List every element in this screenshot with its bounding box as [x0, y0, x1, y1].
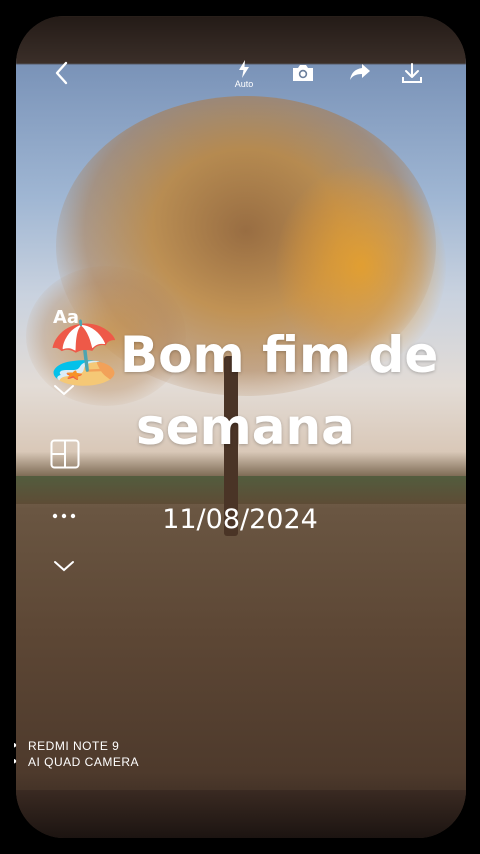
watermark-line2: AI QUAD CAMERA: [28, 755, 140, 769]
watermark-mark-icon: ◗: [12, 740, 19, 751]
flash-button[interactable]: Auto: [228, 58, 260, 90]
story-title-line2[interactable]: semana: [136, 398, 355, 456]
download-button[interactable]: [398, 58, 426, 88]
chevron-left-icon: [55, 61, 68, 85]
watermark-mark-icon: ◗: [12, 756, 19, 767]
layout-button[interactable]: [48, 438, 82, 470]
layout-grid-icon: [50, 439, 80, 469]
share-button[interactable]: [346, 58, 374, 86]
flash-mode-label: Auto: [234, 78, 254, 89]
chevron-down-icon: [54, 385, 74, 396]
camera-icon: [293, 65, 313, 81]
camera-button[interactable]: [288, 58, 318, 88]
beach-sticker: 🏖️: [46, 319, 122, 386]
camera-watermark: REDMI NOTE 9 AI QUAD CAMERA: [28, 738, 139, 770]
collapse-tools-button[interactable]: [50, 556, 78, 576]
expand-tools-button[interactable]: [50, 380, 78, 400]
story-title-line1[interactable]: Bom fim de: [120, 326, 438, 384]
sticker-button[interactable]: 🏖️: [46, 319, 122, 386]
top-blur-band: [16, 16, 466, 64]
watermark-line1: REDMI NOTE 9: [28, 739, 120, 753]
bottom-blur-band: [16, 790, 466, 838]
back-button[interactable]: [48, 60, 74, 86]
share-arrow-icon: [350, 64, 370, 80]
chevron-down-icon: [54, 561, 74, 572]
download-icon: [402, 63, 422, 83]
lightning-icon: [239, 59, 249, 78]
horizon-field: [16, 476, 466, 504]
story-date[interactable]: 11/08/2024: [0, 504, 480, 535]
